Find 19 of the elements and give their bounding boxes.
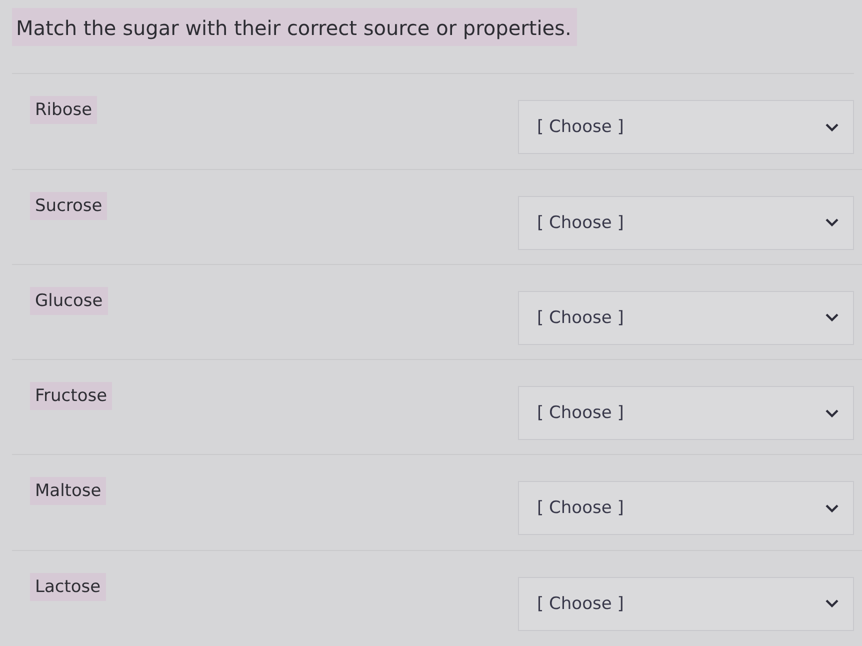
chevron-down-icon bbox=[825, 313, 839, 322]
sugar-label: Lactose bbox=[30, 572, 106, 601]
answer-dropdown[interactable]: [ Choose ] bbox=[518, 481, 854, 536]
sugar-label: Maltose bbox=[30, 477, 106, 506]
chevron-down-icon bbox=[825, 504, 839, 513]
answer-dropdown[interactable]: [ Choose ] bbox=[518, 196, 854, 250]
answer-dropdown[interactable]: [ Choose ] bbox=[518, 100, 854, 154]
question-text: Match the sugar with their correct source or properties. bbox=[12, 8, 578, 46]
chevron-down-icon bbox=[825, 599, 839, 608]
answer-dropdown[interactable]: [ Choose ] bbox=[518, 386, 854, 440]
chevron-down-icon bbox=[825, 122, 839, 132]
sugar-label: Fructose bbox=[30, 382, 112, 410]
chevron-down-icon bbox=[825, 218, 839, 228]
answer-dropdown[interactable]: [ Choose ] bbox=[518, 290, 854, 345]
chevron-down-icon bbox=[825, 408, 839, 418]
sugar-label: Sucrose bbox=[30, 192, 108, 220]
sugar-label: Glucose bbox=[30, 286, 108, 315]
sugar-label: Ribose bbox=[30, 96, 98, 124]
answer-dropdown[interactable]: [ Choose ] bbox=[518, 576, 854, 631]
